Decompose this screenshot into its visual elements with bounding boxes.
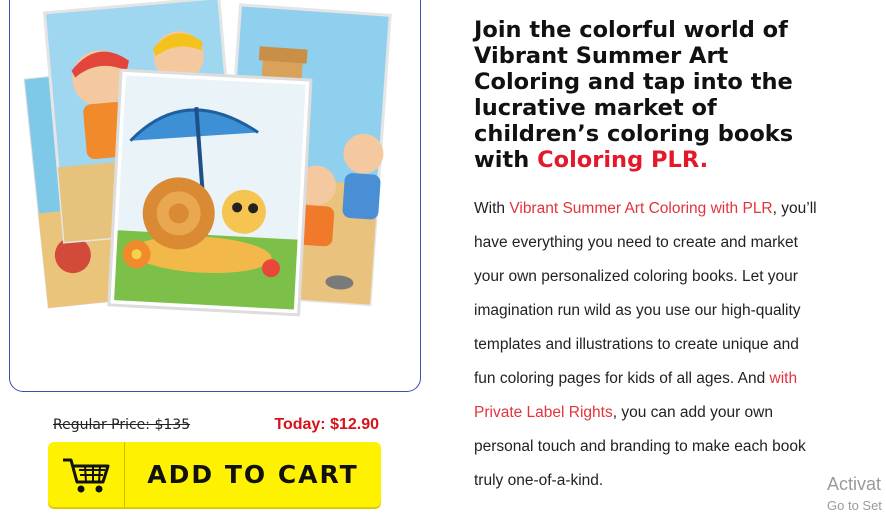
activate-windows-watermark: Activat — [827, 474, 882, 494]
add-to-cart-button[interactable]: ADD TO CART — [48, 442, 381, 507]
body-text-1: With — [474, 200, 510, 217]
headline: Join the colorful world of Vibrant Summe… — [474, 17, 834, 173]
regular-price: Regular Price: $135 — [53, 417, 191, 433]
description-paragraph: With Vibrant Summer Art Coloring with PL… — [474, 192, 819, 498]
add-to-cart-label: ADD TO CART — [147, 460, 359, 489]
today-price: Today: $12.90 — [274, 416, 379, 433]
product-image-card — [9, 0, 421, 392]
headline-highlight: Coloring PLR. — [537, 147, 709, 173]
shopping-cart-icon — [48, 442, 125, 507]
product-name-link: Vibrant Summer Art Coloring with PLR — [509, 200, 773, 217]
price-row: Regular Price: $135 Today: $12.90 — [53, 414, 379, 438]
activate-windows-settings-hint: Go to Set — [827, 498, 882, 513]
body-text-2: , you’ll have everything you need to cre… — [474, 200, 817, 387]
coloring-books-illustration — [23, 0, 392, 317]
